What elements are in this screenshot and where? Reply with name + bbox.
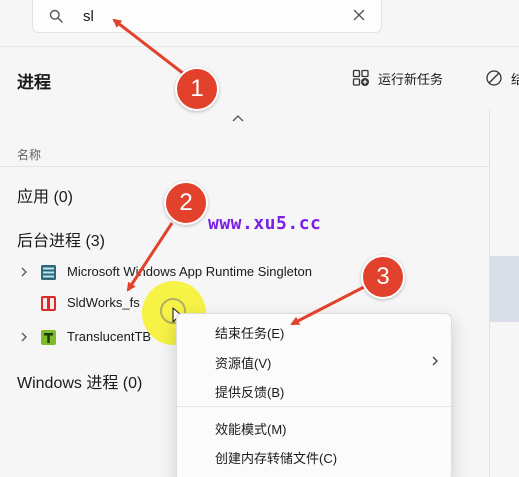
group-header-background: 后台进程 (3)	[17, 233, 106, 250]
solidworks-icon	[41, 296, 56, 311]
resource-column-highlight	[490, 256, 519, 322]
chevron-up-icon[interactable]	[232, 114, 244, 122]
header-row-divider	[0, 166, 489, 167]
menu-item-create-dump-file[interactable]: 创建内存转储文件(C)	[215, 448, 337, 467]
step-badge-1: 1	[175, 67, 219, 111]
search-input[interactable]	[83, 5, 333, 27]
end-task-toolbar-button[interactable]: 结	[485, 66, 519, 90]
column-header-name[interactable]: 名称	[17, 146, 41, 163]
search-icon	[49, 9, 63, 23]
process-name: TranslucentTB	[67, 329, 152, 344]
process-name: SldWorks_fs	[67, 295, 140, 310]
chevron-right-icon[interactable]	[20, 267, 28, 277]
menu-item-efficiency-mode[interactable]: 效能模式(M)	[215, 419, 287, 438]
step-badge-2: 2	[164, 181, 208, 225]
group-header-windows: Windows 进程 (0)	[17, 375, 143, 392]
block-icon	[486, 70, 502, 86]
process-name: Microsoft Windows App Runtime Singleton	[67, 264, 312, 279]
page-title: 进程	[17, 73, 51, 92]
run-new-task-label: 运行新任务	[378, 71, 444, 87]
menu-item-provide-feedback[interactable]: 提供反馈(B)	[215, 382, 284, 401]
search-bar[interactable]	[32, 0, 382, 33]
menu-divider	[177, 406, 451, 407]
clear-search-icon[interactable]	[353, 9, 365, 21]
menu-item-end-task[interactable]: 结束任务(E)	[215, 323, 284, 342]
header-divider	[0, 46, 519, 47]
chevron-right-icon	[432, 356, 438, 366]
watermark: www.xu5.cc	[208, 213, 322, 234]
end-task-toolbar-label: 结	[511, 71, 519, 87]
app-runtime-icon	[41, 265, 56, 280]
step-badge-3: 3	[361, 255, 405, 299]
run-task-icon	[352, 69, 369, 86]
table-row[interactable]: Microsoft Windows App Runtime Singleton	[0, 257, 489, 287]
chevron-right-icon[interactable]	[20, 332, 28, 342]
run-new-task-button[interactable]: 运行新任务	[352, 66, 443, 90]
context-menu: 结束任务(E) 资源值(V) 提供反馈(B) 效能模式(M) 创建内存转储文件(…	[176, 313, 452, 477]
menu-item-resource-values[interactable]: 资源值(V)	[215, 353, 271, 372]
translucenttb-icon	[41, 330, 56, 345]
group-header-apps: 应用 (0)	[17, 189, 74, 206]
